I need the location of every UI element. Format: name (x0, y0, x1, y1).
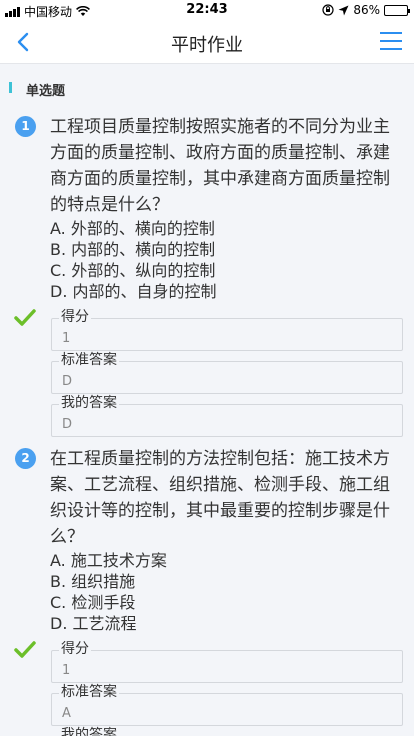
option-list: A. 外部的、横向的控制 B. 内部的、横向的控制 C. 外部的、纵向的控制 D… (50, 218, 400, 302)
option-list: A. 施工技术方案 B. 组织措施 C. 检测手段 D. 工艺流程 (50, 550, 400, 634)
option-c[interactable]: C. 外部的、纵向的控制 (50, 260, 400, 281)
battery-icon (384, 4, 410, 16)
score-value: 1 (62, 663, 71, 678)
option-c[interactable]: C. 检测手段 (50, 592, 400, 613)
standard-answer-field: 标准答案 A (51, 684, 403, 726)
question-number: 2 (15, 448, 36, 469)
correct-check-icon (14, 309, 36, 326)
option-a[interactable]: A. 施工技术方案 (50, 550, 400, 571)
question-number: 1 (15, 116, 36, 137)
battery-percent: 86% (353, 3, 380, 17)
section-header: 单选题 (0, 76, 414, 100)
standard-answer-value: D (62, 374, 73, 389)
option-d[interactable]: D. 内部的、自身的控制 (50, 281, 400, 302)
my-answer-field: 我的答案 D (51, 395, 403, 437)
option-d[interactable]: D. 工艺流程 (50, 613, 400, 634)
my-answer-label: 我的答案 (59, 395, 119, 411)
status-right: 86% (322, 3, 410, 17)
score-field: 得分 1 (51, 641, 403, 683)
option-b[interactable]: B. 组织措施 (50, 571, 400, 592)
score-value: 1 (62, 331, 71, 346)
menu-icon[interactable] (380, 31, 402, 51)
nav-bar: 平时作业 (0, 20, 414, 64)
my-answer-label: 我的答案 (59, 727, 119, 736)
rotation-lock-icon (322, 4, 334, 16)
option-a[interactable]: A. 外部的、横向的控制 (50, 218, 400, 239)
question-text: 在工程质量控制的方法控制包括：施工技术方案、工艺流程、组织措施、检测手段、施工组… (50, 449, 390, 547)
section-title: 单选题 (26, 84, 66, 99)
section-accent-bar (9, 82, 12, 93)
correct-check-icon (14, 641, 36, 658)
page-title: 平时作业 (171, 35, 243, 56)
location-icon (338, 5, 349, 15)
status-bar: 中国移动 22:43 86% (0, 0, 414, 20)
standard-answer-value: A (62, 706, 71, 721)
score-label: 得分 (59, 641, 91, 657)
standard-answer-label: 标准答案 (59, 684, 119, 700)
score-label: 得分 (59, 309, 91, 325)
my-answer-value: D (62, 417, 73, 432)
question-text: 工程项目质量控制按照实施者的不同分为业主方面的质量控制、政府方面的质量控制、承建… (50, 117, 390, 215)
score-field: 得分 1 (51, 309, 403, 351)
option-b[interactable]: B. 内部的、横向的控制 (50, 239, 400, 260)
standard-answer-label: 标准答案 (59, 352, 119, 368)
standard-answer-field: 标准答案 D (51, 352, 403, 394)
